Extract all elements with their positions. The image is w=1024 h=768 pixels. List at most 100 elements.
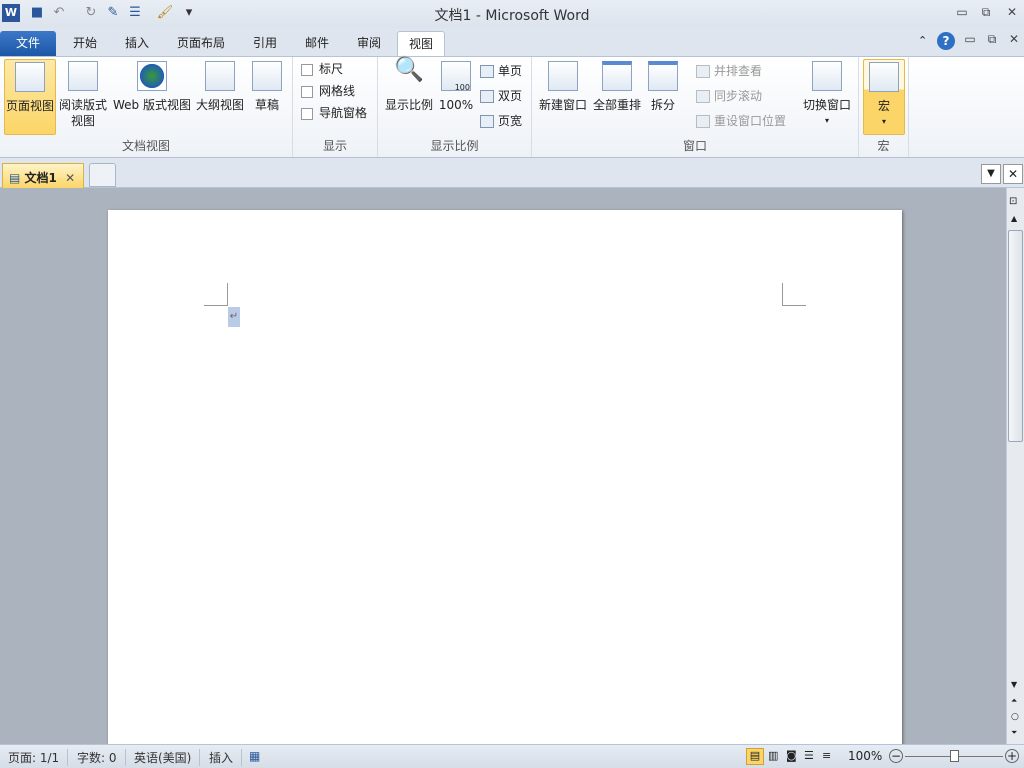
side-by-side-icon: [696, 65, 710, 78]
switch-windows-button[interactable]: 切换窗口 ▾: [800, 59, 854, 129]
label: 阅读版式 视图: [58, 98, 107, 128]
page-100-icon: 100: [441, 61, 471, 92]
group-label: 宏: [877, 139, 890, 153]
tab-insert[interactable]: 插入: [114, 31, 160, 56]
scroll-down-arrow[interactable]: ▼: [1011, 680, 1017, 689]
vertical-scrollbar[interactable]: ⊡ ▲ ▼ ⏶ ○ ⏷: [1006, 188, 1024, 744]
split-icon: [648, 61, 678, 91]
page-width-icon: [480, 115, 494, 128]
group-document-views: 页面视图 阅读版式 视图 Web 版式视图 大纲视图 草稿 文档视图: [0, 57, 293, 157]
previous-page-icon[interactable]: ⏶: [1011, 696, 1017, 706]
select-browse-object-icon[interactable]: ○: [1011, 712, 1019, 722]
group-label: 显示: [322, 139, 347, 153]
document-tab-bar: ▤ 文档1 ✕ ▼ ✕: [0, 160, 1024, 188]
scroll-up-arrow[interactable]: ▲: [1011, 214, 1017, 223]
insert-mode[interactable]: 插入: [209, 749, 243, 766]
gridlines-checkbox[interactable]: 网格线: [301, 81, 355, 101]
zoom-out-button[interactable]: −: [889, 749, 903, 763]
doc-close-button[interactable]: ✕: [1002, 32, 1024, 46]
next-page-icon[interactable]: ⏷: [1011, 728, 1017, 738]
ruler-toggle-icon[interactable]: ⊡: [1009, 196, 1017, 207]
tab-mailings[interactable]: 邮件: [294, 31, 340, 56]
macro-record-icon[interactable]: ▦: [249, 749, 268, 763]
tab-list-dropdown[interactable]: ▼: [981, 164, 1001, 184]
split-button[interactable]: 拆分: [646, 59, 680, 113]
switch-windows-icon: [812, 61, 842, 91]
language[interactable]: 英语(美国): [134, 749, 201, 766]
status-bar: 页面: 1/1 字数: 0 英语(美国) 插入 ▦ ▤ ▥ ◙ ☰ ≡ 100%…: [0, 744, 1024, 768]
zoom-slider-thumb[interactable]: [950, 750, 959, 762]
help-icon[interactable]: ?: [937, 32, 955, 50]
label: 新建窗口: [538, 98, 587, 112]
doc-restore-button[interactable]: ⧉: [980, 32, 1004, 47]
doc-tab-label: 文档1: [24, 171, 57, 185]
new-tab-button[interactable]: [89, 163, 116, 187]
outline-button[interactable]: 大纲视图: [194, 59, 246, 113]
word-doc-icon: ▤: [9, 171, 21, 185]
tab-references[interactable]: 引用: [242, 31, 288, 56]
outline-icon: [205, 61, 235, 91]
group-show: 标尺 网格线 导航窗格 显示: [293, 57, 378, 157]
zoom-level[interactable]: 100%: [848, 749, 882, 763]
web-layout-button[interactable]: Web 版式视图: [112, 59, 192, 113]
close-document-button[interactable]: ✕: [1003, 164, 1023, 184]
zoom-button[interactable]: 🔍 显示比例: [384, 57, 434, 113]
macros-button[interactable]: 宏 ▾: [863, 59, 905, 135]
doc-minimize-button[interactable]: ▭: [958, 32, 982, 46]
draft-view-icon[interactable]: ≡: [822, 749, 831, 762]
label: 拆分: [650, 98, 675, 112]
collapse-ribbon-icon[interactable]: ⌃: [918, 34, 927, 47]
reset-window-button[interactable]: 重设窗口位置: [696, 111, 786, 131]
one-page-button[interactable]: 单页: [480, 61, 522, 81]
word-count[interactable]: 字数: 0: [77, 749, 126, 766]
navigation-pane-checkbox[interactable]: 导航窗格: [301, 103, 367, 123]
doc-tab-document1[interactable]: ▤ 文档1 ✕: [2, 163, 84, 188]
window-title: 文档1 - Microsoft Word: [434, 8, 590, 24]
page-width-button[interactable]: 页宽: [480, 111, 522, 131]
minimize-button[interactable]: ▭: [950, 5, 974, 19]
zoom-100-button[interactable]: 100 100%: [438, 59, 474, 113]
label: 导航窗格: [319, 106, 368, 120]
close-tab-icon[interactable]: ✕: [65, 171, 75, 185]
outline-view-icon[interactable]: ☰: [804, 749, 814, 762]
print-layout-button[interactable]: 页面视图: [4, 59, 56, 135]
reading-view-icon[interactable]: ▥: [768, 749, 778, 762]
new-window-icon: [548, 61, 578, 91]
group-label: 窗口: [682, 139, 707, 153]
scroll-thumb[interactable]: [1008, 230, 1023, 442]
reading-layout-button[interactable]: 阅读版式 视图: [58, 59, 108, 129]
label: 页宽: [498, 114, 523, 128]
page-icon: [15, 62, 45, 92]
close-button[interactable]: ✕: [1000, 5, 1024, 19]
arrange-all-icon: [602, 61, 632, 91]
tab-review[interactable]: 审阅: [346, 31, 392, 56]
ruler-checkbox[interactable]: 标尺: [301, 59, 343, 79]
group-label: 显示比例: [430, 139, 479, 153]
label: 草稿: [254, 98, 279, 112]
view-side-by-side-button[interactable]: 并排查看: [696, 61, 762, 81]
paragraph-mark: ↵: [228, 307, 240, 327]
document-page[interactable]: ↵: [108, 210, 902, 750]
tab-view[interactable]: 视图: [397, 31, 445, 57]
web-layout-view-icon[interactable]: ◙: [786, 749, 797, 762]
tab-file[interactable]: 文件: [0, 31, 56, 56]
tab-page-layout[interactable]: 页面布局: [168, 31, 234, 56]
dropdown-arrow-icon: ▾: [881, 117, 886, 126]
label: 100%: [438, 98, 474, 112]
draft-button[interactable]: 草稿: [250, 59, 284, 113]
restore-button[interactable]: ⧉: [974, 5, 998, 20]
margin-corner-top-left: [204, 283, 228, 306]
sync-scroll-button[interactable]: 同步滚动: [696, 86, 762, 106]
page-count[interactable]: 页面: 1/1: [8, 749, 69, 766]
label: 切换窗口: [802, 98, 851, 112]
print-layout-view-icon[interactable]: ▤: [746, 748, 764, 765]
sync-scroll-icon: [696, 90, 710, 103]
tab-home[interactable]: 开始: [62, 31, 108, 56]
label: 标尺: [319, 62, 344, 76]
arrange-all-button[interactable]: 全部重排: [592, 59, 642, 113]
two-pages-button[interactable]: 双页: [480, 86, 522, 106]
new-window-button[interactable]: 新建窗口: [538, 59, 588, 113]
group-window: 新建窗口 全部重排 拆分 并排查看 同步滚动 重设窗口位置 切换窗口 ▾ 窗口: [532, 57, 859, 157]
label: 网格线: [319, 84, 356, 98]
zoom-in-button[interactable]: +: [1005, 749, 1019, 763]
